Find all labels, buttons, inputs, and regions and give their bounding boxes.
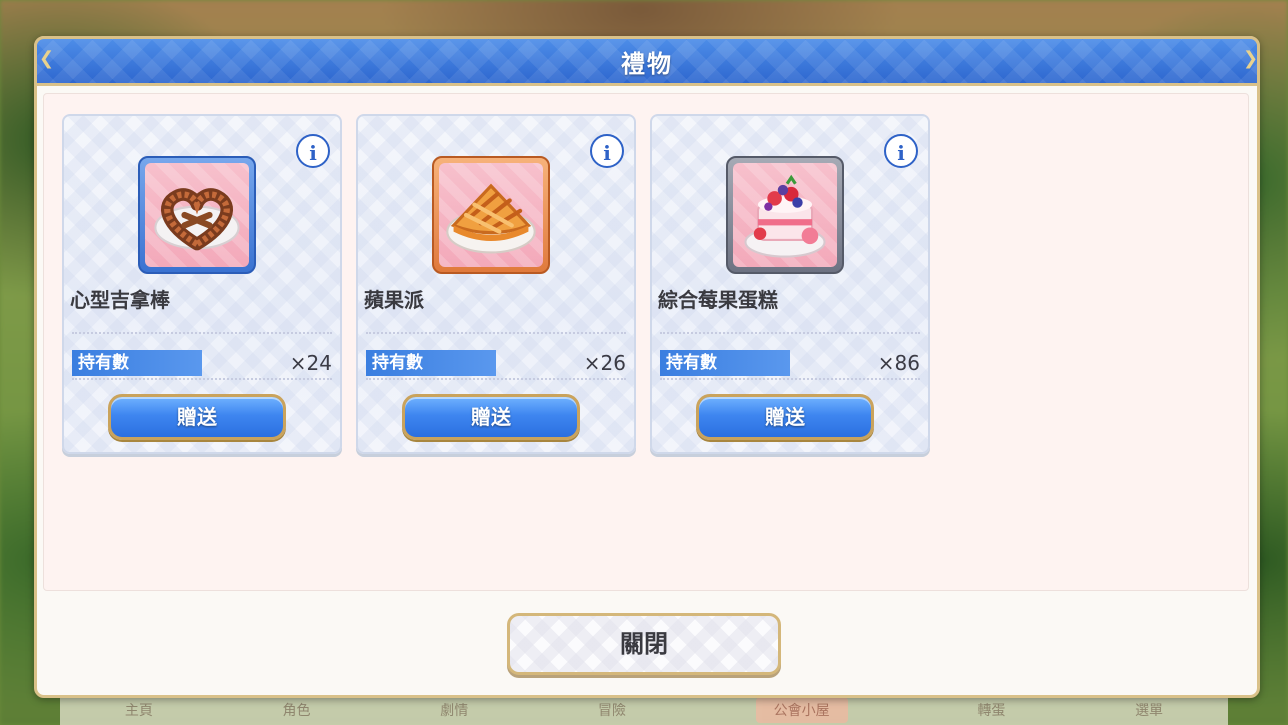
owned-count: ×26 — [583, 351, 626, 375]
info-icon[interactable]: i — [590, 134, 624, 168]
owned-count: ×86 — [877, 351, 920, 375]
divider — [72, 332, 332, 334]
divider — [660, 332, 920, 334]
item-icon-frame — [138, 156, 256, 274]
gift-dialog: ❮ 禮物 ❯ i 心型吉拿棒 持有數 ×24 贈送 i 蘋果派 持有數 ×26 … — [34, 36, 1260, 698]
owned-count-row: 持有數 ×26 — [366, 350, 626, 380]
gift-item-card: i 綜合莓果蛋糕 持有數 ×86 贈送 — [650, 114, 930, 454]
info-icon[interactable]: i — [884, 134, 918, 168]
item-name: 綜合莓果蛋糕 — [658, 288, 778, 312]
bg-nav-character: 角色 — [282, 703, 311, 719]
owned-label: 持有數 — [660, 350, 790, 376]
divider — [366, 332, 626, 334]
heart-churro-icon — [154, 188, 240, 251]
bg-nav-gacha: 轉蛋 — [977, 703, 1006, 719]
gift-button[interactable]: 贈送 — [696, 394, 874, 440]
left-ornament-icon: ❮ — [39, 48, 55, 69]
close-button[interactable]: 關閉 — [507, 613, 781, 675]
gift-button[interactable]: 贈送 — [108, 394, 286, 440]
bg-nav-adventure: 冒險 — [597, 703, 626, 719]
owned-count: ×24 — [289, 351, 332, 375]
dialog-header: ❮ 禮物 ❯ — [34, 36, 1260, 86]
item-icon-frame — [432, 156, 550, 274]
owned-count-row: 持有數 ×24 — [72, 350, 332, 380]
gift-item-card: i 心型吉拿棒 持有數 ×24 贈送 — [62, 114, 342, 454]
owned-count-row: 持有數 ×86 — [660, 350, 920, 380]
bg-nav-menu: 選單 — [1135, 703, 1164, 719]
info-icon[interactable]: i — [296, 134, 330, 168]
dialog-title: 禮物 — [621, 49, 673, 78]
item-name: 心型吉拿棒 — [70, 288, 170, 312]
berry-cake-icon — [744, 174, 826, 258]
item-name: 蘋果派 — [364, 288, 424, 312]
item-list-area: i 心型吉拿棒 持有數 ×24 贈送 i 蘋果派 持有數 ×26 贈送 i 綜合… — [43, 93, 1249, 591]
background-bottom-nav: 主頁 角色 劇情 冒險 公會小屋 轉蛋 選單 — [60, 695, 1228, 725]
bg-nav-story: 劇情 — [440, 703, 469, 719]
bg-nav-guild-house: 公會小屋 — [755, 697, 848, 723]
item-icon-frame — [726, 156, 844, 274]
gift-button[interactable]: 贈送 — [402, 394, 580, 440]
apple-pie-icon — [446, 183, 536, 254]
owned-label: 持有數 — [366, 350, 496, 376]
gift-item-card: i 蘋果派 持有數 ×26 贈送 — [356, 114, 636, 454]
right-ornament-icon: ❯ — [1243, 48, 1259, 69]
bg-nav-home: 主頁 — [124, 703, 153, 719]
owned-label: 持有數 — [72, 350, 202, 376]
